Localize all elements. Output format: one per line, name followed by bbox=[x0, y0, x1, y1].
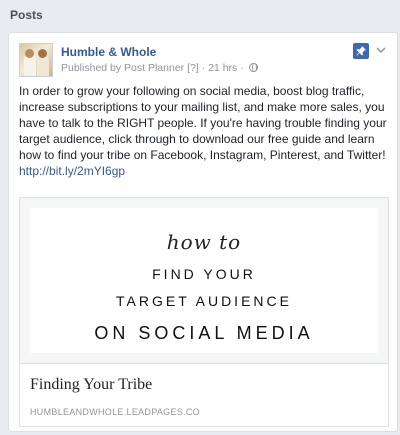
post-timestamp[interactable]: 21 hrs bbox=[208, 62, 237, 74]
chevron-down-icon bbox=[376, 47, 386, 54]
post-body-text: In order to grow your following on socia… bbox=[19, 84, 387, 162]
meta-separator: · bbox=[198, 62, 209, 74]
post-header: Humble & Whole Published by Post Planner… bbox=[19, 43, 387, 77]
attachment-domain: HUMBLEANDWHOLE.LEADPAGES.CO bbox=[30, 407, 200, 417]
meta-dot: · bbox=[237, 62, 247, 74]
section-title: Posts bbox=[10, 8, 43, 22]
link-attachment[interactable]: how to FIND YOUR TARGET AUDIENCE ON SOCI… bbox=[19, 197, 389, 427]
attachment-title[interactable]: Finding Your Tribe bbox=[30, 376, 152, 394]
avatar-head-left bbox=[25, 49, 34, 58]
pin-button[interactable] bbox=[353, 43, 369, 59]
meta-help-bracket[interactable]: [?] bbox=[187, 62, 199, 74]
attachment-image-graphic: how to FIND YOUR TARGET AUDIENCE ON SOCI… bbox=[30, 208, 378, 353]
avatar-head-right bbox=[38, 49, 47, 58]
image-line-2: TARGET AUDIENCE bbox=[116, 293, 292, 309]
post-body: In order to grow your following on socia… bbox=[19, 83, 389, 179]
post-link[interactable]: http://bit.ly/2mYI6gp bbox=[19, 164, 125, 178]
meta-published-by: Published by Post Planner bbox=[61, 62, 188, 74]
image-line-1: FIND YOUR bbox=[152, 266, 256, 282]
attachment-image[interactable]: how to FIND YOUR TARGET AUDIENCE ON SOCI… bbox=[20, 198, 388, 363]
attachment-divider bbox=[20, 363, 388, 364]
post-card: Humble & Whole Published by Post Planner… bbox=[8, 32, 398, 432]
post-meta: Published by Post Planner [?] · 21 hrs · bbox=[61, 62, 258, 74]
image-line-3: ON SOCIAL MEDIA bbox=[94, 323, 314, 343]
post-options-button[interactable] bbox=[375, 43, 387, 57]
pin-icon bbox=[356, 46, 366, 56]
globe-icon[interactable] bbox=[248, 63, 258, 72]
image-script-text: how to bbox=[166, 230, 242, 254]
page-avatar[interactable] bbox=[19, 43, 53, 77]
page-name-link[interactable]: Humble & Whole bbox=[61, 45, 156, 59]
